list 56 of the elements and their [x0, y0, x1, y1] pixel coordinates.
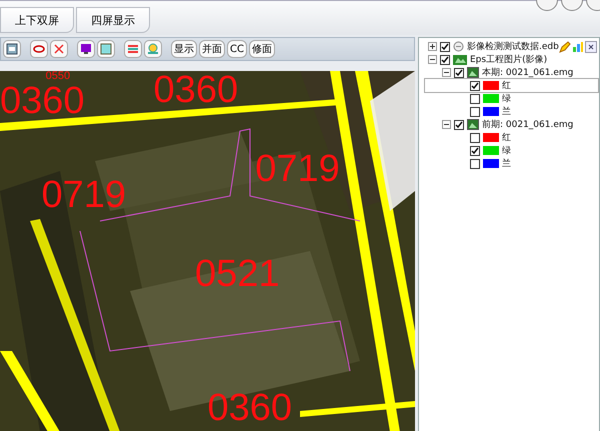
- map-label: 0550: [46, 71, 70, 82]
- close-icon[interactable]: [585, 41, 597, 53]
- band-row[interactable]: 兰: [425, 157, 599, 170]
- toolbar-button[interactable]: 修面: [248, 40, 275, 58]
- map-label: 0360: [208, 388, 292, 427]
- checkbox[interactable]: [470, 158, 480, 168]
- checkbox[interactable]: [470, 80, 480, 90]
- map-label: 0360: [154, 71, 238, 109]
- collapse-icon[interactable]: [442, 68, 451, 77]
- ribbon-tab[interactable]: 四屏显示: [76, 7, 150, 33]
- band-label: 红: [502, 132, 511, 144]
- band-row[interactable]: 绿: [425, 144, 599, 157]
- band-label: 兰: [502, 158, 511, 170]
- image-icon: [467, 67, 479, 78]
- band-label: 绿: [502, 93, 511, 105]
- checkbox[interactable]: [470, 146, 480, 156]
- frame-icon[interactable]: [97, 40, 115, 58]
- checkbox[interactable]: [454, 68, 464, 78]
- layers-icon[interactable]: [3, 40, 21, 58]
- layer-icon: [453, 54, 467, 66]
- collapse-icon[interactable]: [442, 120, 451, 129]
- checkbox[interactable]: [470, 94, 480, 104]
- toolbar-button[interactable]: 并面: [199, 40, 225, 58]
- layer-label[interactable]: 本期: 0021_061.emg: [482, 66, 574, 79]
- layer-label[interactable]: Eps工程图片(影像): [470, 53, 548, 66]
- pencil-icon[interactable]: [559, 41, 571, 53]
- band-label: 绿: [502, 145, 511, 157]
- band-label: 兰: [502, 106, 511, 118]
- toolbar-button[interactable]: CC: [227, 40, 247, 58]
- overlay-icon[interactable]: [144, 40, 162, 58]
- map-label: 0521: [195, 255, 280, 294]
- map-label: 0719: [255, 150, 340, 188]
- map-label: 0719: [42, 176, 126, 214]
- band-label: 红: [502, 80, 511, 92]
- band-row[interactable]: 兰: [425, 105, 599, 118]
- database-icon: [453, 41, 464, 52]
- collapse-icon[interactable]: [428, 55, 437, 64]
- checkbox[interactable]: [470, 106, 480, 116]
- link-icon[interactable]: [30, 40, 48, 58]
- split-icon[interactable]: [124, 40, 142, 58]
- band-row[interactable]: 红: [425, 131, 599, 144]
- expand-icon[interactable]: [428, 42, 437, 51]
- ribbon-tab[interactable]: 上下双屏: [0, 7, 74, 33]
- band-row[interactable]: 红: [425, 79, 598, 92]
- checkbox[interactable]: [470, 132, 480, 142]
- scissors-icon[interactable]: [50, 40, 68, 58]
- band-row[interactable]: 绿: [425, 92, 599, 105]
- monitor-icon[interactable]: [77, 40, 95, 58]
- checkbox[interactable]: [440, 54, 450, 64]
- layer-label[interactable]: 前期: 0021_061.emg: [482, 118, 574, 131]
- map-label: 0360: [0, 82, 85, 120]
- checkbox[interactable]: [440, 42, 450, 52]
- layer-label[interactable]: 影像检测测试数据.edb: [467, 40, 559, 53]
- toolbar-button[interactable]: 显示: [171, 40, 197, 58]
- checkbox[interactable]: [454, 120, 464, 130]
- image-icon: [467, 119, 479, 130]
